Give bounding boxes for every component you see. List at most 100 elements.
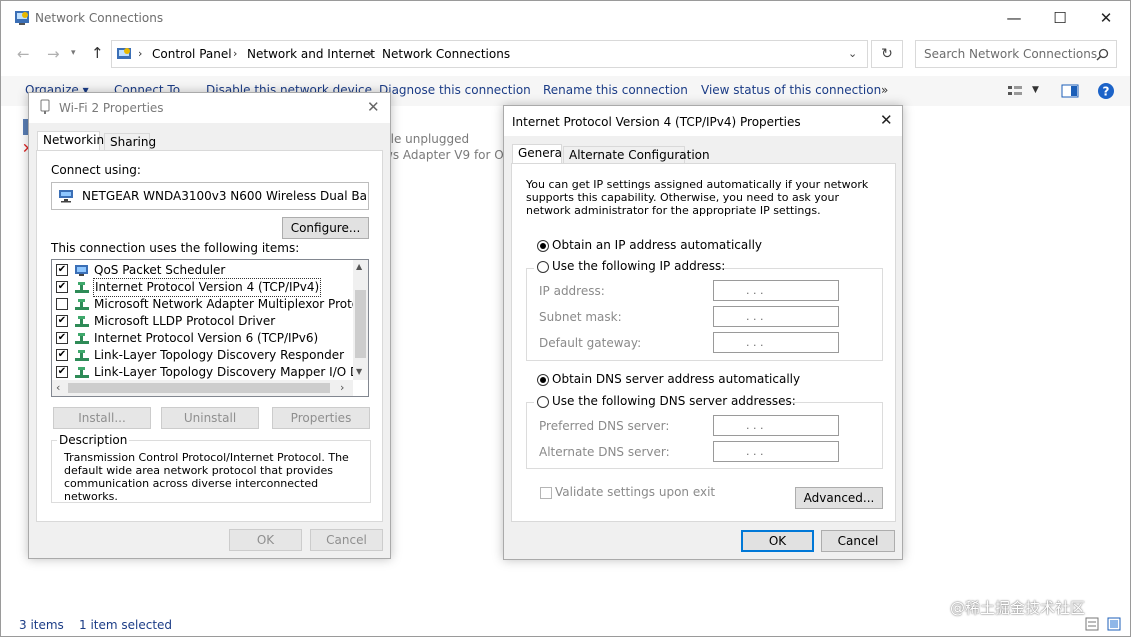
configure-button[interactable]: Configure... (282, 217, 369, 239)
use-ip-label[interactable]: Use the following IP address: (552, 259, 725, 273)
list-item[interactable]: ✔ Internet Protocol Version 4 (TCP/IPv4) (52, 278, 352, 297)
status-item-count: 3 items (19, 618, 64, 632)
item-checkbox[interactable]: ✔ (56, 349, 68, 361)
refresh-button[interactable]: ↻ (871, 40, 903, 68)
general-panel: You can get IP settings assigned automat… (511, 163, 896, 522)
wifi-ok-button[interactable]: OK (229, 529, 302, 551)
ipv4-close-icon[interactable]: ✕ (880, 111, 893, 129)
large-icons-view-icon[interactable] (1107, 617, 1121, 631)
wifi-adapter-icon (40, 99, 50, 114)
scroll-up-icon[interactable]: ▲ (356, 262, 362, 271)
components-list[interactable]: ✔ QoS Packet Scheduler ✔ Internet Protocol … (51, 259, 369, 397)
breadcrumb-network-connections[interactable]: Network Connections (382, 47, 510, 61)
search-box[interactable]: Search Network Connections (915, 40, 1117, 68)
item-checkbox[interactable]: ✔ (56, 281, 68, 293)
obtain-ip-label[interactable]: Obtain an IP address automatically (552, 238, 762, 252)
tab-alternate-configuration[interactable]: Alternate Configuration (563, 146, 710, 164)
item-checkbox[interactable]: ✔ (56, 264, 68, 276)
protocol-icon (75, 282, 89, 293)
tab-networking[interactable]: Networking (37, 131, 112, 151)
tab-sharing[interactable]: Sharing (104, 133, 156, 151)
breadcrumb-separator: › (368, 47, 373, 60)
breadcrumb-separator: › (233, 47, 238, 60)
breadcrumb-control-panel[interactable]: Control Panel (152, 47, 232, 61)
recent-dropdown-icon[interactable]: ▾ (71, 48, 76, 58)
view-dropdown-icon[interactable]: ▼ (1032, 85, 1039, 95)
breadcrumb-network-internet[interactable]: Network and Internet (247, 47, 375, 61)
details-view-icon[interactable] (1085, 617, 1099, 631)
scroll-thumb[interactable] (355, 290, 366, 358)
help-icon[interactable]: ? (1097, 82, 1115, 100)
back-arrow-icon[interactable]: ← (17, 45, 30, 63)
preferred-dns-field[interactable]: . . . (713, 415, 839, 436)
ip-address-field[interactable]: . . . (713, 280, 839, 301)
scroll-down-icon[interactable]: ▼ (356, 367, 362, 376)
qos-scheduler-icon (75, 265, 88, 276)
item-properties-button[interactable]: Properties (272, 407, 370, 429)
protocol-icon (75, 333, 89, 344)
alternate-dns-field[interactable]: . . . (713, 441, 839, 462)
install-button[interactable]: Install... (53, 407, 151, 429)
preview-pane-icon[interactable] (1061, 84, 1079, 98)
list-item[interactable]: ✔ QoS Packet Scheduler (52, 262, 352, 279)
ipv4-properties-dialog: Internet Protocol Version 4 (TCP/IPv4) P… (503, 105, 903, 560)
scroll-left-icon[interactable]: ‹ (56, 381, 60, 394)
use-ip-radio[interactable] (537, 261, 549, 273)
protocol-icon (75, 350, 89, 361)
description-label: Description (57, 433, 130, 447)
item-checkbox[interactable]: ✔ (56, 366, 68, 378)
list-item[interactable]: ✔ Link-Layer Topology Discovery Responder (52, 347, 352, 364)
list-item[interactable]: ✔ Link-Layer Topology Discovery Mapper I/… (52, 364, 353, 381)
default-gateway-field[interactable]: . . . (713, 332, 839, 353)
item-checkbox[interactable] (56, 298, 68, 310)
obtain-dns-radio[interactable] (537, 374, 549, 386)
item-checkbox[interactable]: ✔ (56, 332, 68, 344)
more-commands-button[interactable]: » (881, 83, 888, 97)
horizontal-scrollbar[interactable]: ‹ › (52, 380, 353, 396)
alternate-dns-label: Alternate DNS server: (539, 445, 670, 459)
ipv4-ok-button[interactable]: OK (741, 530, 814, 552)
status-selected-count: 1 item selected (79, 618, 173, 632)
up-arrow-icon[interactable]: ↑ (91, 44, 104, 62)
advanced-button[interactable]: Advanced... (795, 487, 883, 509)
search-input[interactable]: Search Network Connections (924, 47, 1097, 61)
wifi-cancel-button[interactable]: Cancel (310, 529, 383, 551)
wifi-dialog-title: Wi-Fi 2 Properties (59, 101, 164, 115)
use-dns-label[interactable]: Use the following DNS server addresses: (552, 394, 796, 408)
subnet-mask-field[interactable]: . . . (713, 306, 839, 327)
ipv4-cancel-button[interactable]: Cancel (821, 530, 895, 552)
item-label: Internet Protocol Version 6 (TCP/IPv6) (94, 331, 319, 345)
item-label: QoS Packet Scheduler (94, 263, 226, 277)
use-dns-radio[interactable] (537, 396, 549, 408)
address-dropdown-icon[interactable]: ⌄ (848, 47, 857, 60)
wifi-close-icon[interactable]: ✕ (367, 98, 380, 116)
minimize-button[interactable]: — (999, 3, 1029, 33)
diagnose-button[interactable]: Diagnose this connection (379, 83, 531, 97)
vertical-scrollbar[interactable]: ▲ ▼ (353, 260, 368, 380)
watermark-text: @稀土掘金技术社区 (950, 599, 1086, 617)
list-item[interactable]: ✔ Internet Protocol Version 6 (TCP/IPv6) (52, 330, 352, 347)
validate-checkbox[interactable] (540, 487, 552, 499)
uninstall-button[interactable]: Uninstall (161, 407, 259, 429)
forward-arrow-icon[interactable]: → (47, 45, 60, 63)
maximize-button[interactable]: ☐ (1045, 3, 1075, 33)
obtain-dns-label[interactable]: Obtain DNS server address automatically (552, 372, 800, 386)
rename-button[interactable]: Rename this connection (543, 83, 688, 97)
view-status-button[interactable]: View status of this connection (701, 83, 881, 97)
change-view-icon[interactable] (1007, 84, 1023, 98)
hscroll-thumb[interactable] (68, 383, 330, 393)
list-item[interactable]: Microsoft Network Adapter Multiplexor Pr… (52, 296, 353, 313)
validate-label[interactable]: Validate settings upon exit (555, 485, 715, 499)
connect-using-label: Connect using: (51, 163, 141, 177)
item-label: Microsoft LLDP Protocol Driver (94, 314, 276, 328)
close-window-button[interactable]: ✕ (1091, 3, 1121, 33)
list-item[interactable]: ✔ Microsoft LLDP Protocol Driver (52, 313, 352, 330)
item-checkbox[interactable]: ✔ (56, 315, 68, 327)
obtain-ip-radio[interactable] (537, 240, 549, 252)
protocol-icon (75, 299, 89, 310)
tab-general[interactable]: General (512, 144, 565, 164)
item-label: Microsoft Network Adapter Multiplexor Pr… (94, 297, 353, 311)
scroll-right-icon[interactable]: › (340, 381, 344, 394)
address-bar[interactable]: › Control Panel › Network and Internet ›… (111, 40, 868, 68)
subnet-mask-label: Subnet mask: (539, 310, 622, 324)
